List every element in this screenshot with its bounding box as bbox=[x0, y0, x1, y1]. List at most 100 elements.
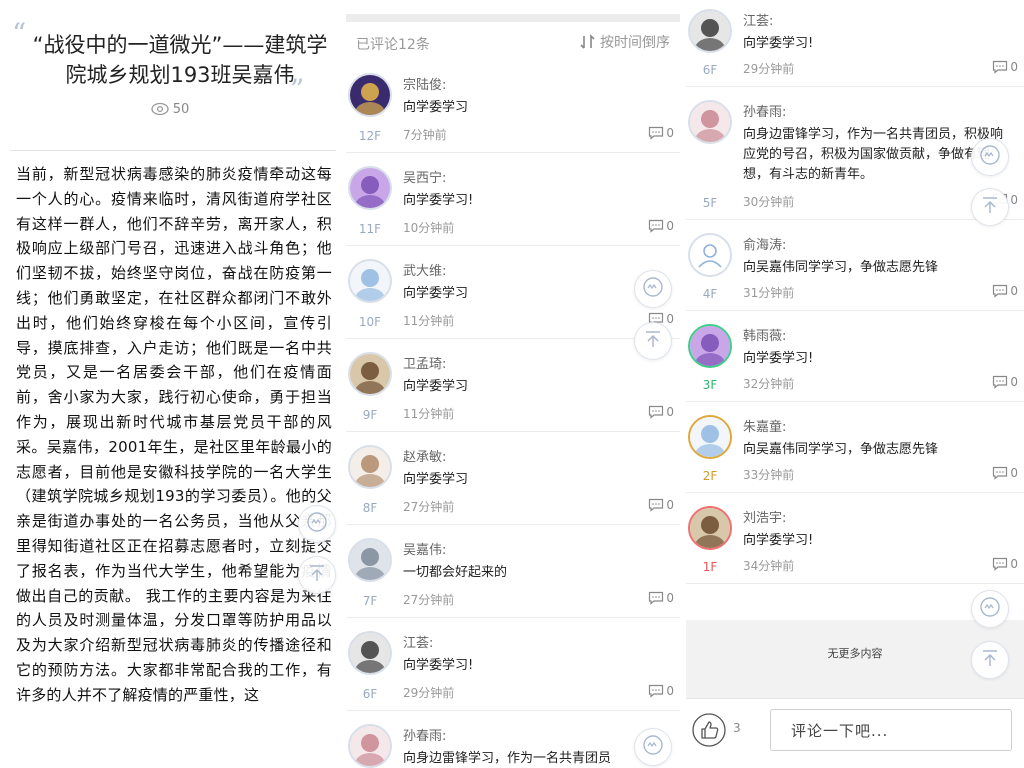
comment-icon bbox=[648, 684, 666, 698]
sort-icon bbox=[579, 34, 600, 51]
comment-item[interactable]: 10F 武大维: 向学委学习 11分钟前 0 bbox=[346, 246, 680, 339]
reply-button[interactable]: 0 bbox=[648, 591, 674, 605]
floor-number: 3F bbox=[702, 378, 718, 392]
comment-text: 向吴嘉伟同学学习，争做志愿先锋 bbox=[743, 260, 939, 275]
avatar[interactable] bbox=[348, 631, 392, 675]
comment-text: 向学委学习 bbox=[403, 100, 469, 115]
avatar[interactable] bbox=[348, 352, 392, 396]
comment-item[interactable]: 4F 俞海涛: 向吴嘉伟同学学习，争做志愿先锋 31分钟前 0 bbox=[686, 220, 1024, 311]
reply-button[interactable]: 0 bbox=[992, 557, 1018, 571]
comment-text: 向学委学习! bbox=[403, 658, 474, 673]
comment-time: 11分钟前 bbox=[403, 407, 455, 421]
floor-number: 10F bbox=[358, 315, 382, 329]
chat-bubble-icon bbox=[642, 734, 664, 760]
comment-icon bbox=[992, 557, 1010, 571]
comment-item[interactable]: 6F 江荟: 向学委学习! 29分钟前 0 bbox=[686, 0, 1024, 87]
floor-number: 4F bbox=[702, 287, 718, 301]
floor-number: 7F bbox=[362, 594, 378, 608]
wechat-share-button[interactable] bbox=[634, 270, 672, 308]
wechat-share-button[interactable] bbox=[971, 138, 1009, 176]
floor-number: 6F bbox=[362, 687, 378, 701]
avatar[interactable] bbox=[688, 9, 732, 53]
commenter-name: 孙春雨: bbox=[403, 729, 447, 744]
floor-number: 12F bbox=[358, 129, 382, 143]
comment-time: 31分钟前 bbox=[743, 286, 795, 300]
reply-count: 0 bbox=[1010, 375, 1018, 389]
comment-item[interactable]: 2F 朱嘉童: 向吴嘉伟同学学习，争做志愿先锋 33分钟前 0 bbox=[686, 402, 1024, 493]
reply-button[interactable]: 0 bbox=[648, 684, 674, 698]
like-button[interactable] bbox=[692, 713, 726, 747]
comment-input[interactable]: 评论一下吧... bbox=[770, 709, 1012, 751]
arrow-up-icon bbox=[306, 562, 328, 588]
reply-button[interactable]: 0 bbox=[992, 284, 1018, 298]
avatar[interactable] bbox=[348, 724, 392, 768]
comment-item[interactable]: 6F 江荟: 向学委学习! 29分钟前 0 bbox=[346, 618, 680, 711]
comment-time: 7分钟前 bbox=[403, 128, 447, 142]
comment-text: 一切都会好起来的 bbox=[403, 565, 508, 580]
comment-item[interactable]: 7F 吴嘉伟: 一切都会好起来的 27分钟前 0 bbox=[346, 525, 680, 618]
avatar[interactable] bbox=[688, 100, 732, 144]
reply-button[interactable]: 0 bbox=[648, 219, 674, 233]
comment-item[interactable]: 11F 吴西宁: 向学委学习! 10分钟前 0 bbox=[346, 153, 680, 246]
comment-time: 27分钟前 bbox=[403, 500, 455, 514]
avatar[interactable] bbox=[348, 73, 392, 117]
comment-count: 已评论12条 bbox=[356, 37, 430, 53]
commenter-name: 江荟: bbox=[403, 636, 434, 651]
avatar[interactable] bbox=[348, 259, 392, 303]
comment-icon bbox=[648, 405, 666, 419]
view-count: 50 bbox=[0, 102, 340, 117]
reply-button[interactable]: 0 bbox=[992, 466, 1018, 480]
avatar[interactable] bbox=[688, 415, 732, 459]
scroll-top-button[interactable] bbox=[634, 322, 672, 360]
comment-item[interactable]: 8F 赵承敏: 向学委学习 27分钟前 0 bbox=[346, 432, 680, 525]
floor-number: 9F bbox=[362, 408, 378, 422]
reply-button[interactable]: 0 bbox=[992, 375, 1018, 389]
reply-button[interactable]: 0 bbox=[992, 60, 1018, 74]
commenter-name: 武大维: bbox=[403, 264, 447, 279]
reply-button[interactable]: 0 bbox=[648, 405, 674, 419]
avatar[interactable] bbox=[348, 445, 392, 489]
reply-count: 0 bbox=[666, 126, 674, 140]
reply-count: 0 bbox=[1010, 557, 1018, 571]
scroll-top-button[interactable] bbox=[298, 556, 336, 594]
comment-item[interactable]: 3F 韩雨薇: 向学委学习! 32分钟前 0 bbox=[686, 311, 1024, 402]
comment-item[interactable]: 5F孙春雨:向身边雷锋学习，作为一名共青团员 bbox=[346, 711, 680, 768]
reply-count: 0 bbox=[1010, 60, 1018, 74]
comment-text: 向学委学习! bbox=[743, 36, 814, 51]
scroll-top-button[interactable] bbox=[971, 188, 1009, 226]
sort-button[interactable]: 按时间倒序 bbox=[579, 32, 670, 52]
floor-number: 8F bbox=[362, 501, 378, 515]
reply-count: 0 bbox=[1010, 284, 1018, 298]
quote-open-icon: “ bbox=[12, 17, 27, 50]
commenter-name: 吴嘉伟: bbox=[403, 543, 447, 558]
comment-text: 向学委学习 bbox=[403, 472, 469, 487]
commenter-name: 吴西宁: bbox=[403, 171, 447, 186]
comment-time: 33分钟前 bbox=[743, 468, 795, 482]
eye-icon bbox=[151, 102, 173, 117]
scroll-top-button[interactable] bbox=[971, 641, 1009, 679]
floor-number: 5F bbox=[702, 196, 718, 210]
comment-item[interactable]: 12F 宗陆俊: 向学委学习 7分钟前 0 bbox=[346, 60, 680, 153]
commenter-name: 卫孟琦: bbox=[403, 357, 447, 372]
avatar[interactable] bbox=[688, 324, 732, 368]
like-count: 3 bbox=[733, 721, 741, 735]
article-body: 当前，新型冠状病毒感染的肺炎疫情牵动这每一个人的心。疫情来临时，清风街道府学社区… bbox=[16, 165, 332, 704]
view-count-value: 50 bbox=[172, 102, 190, 117]
chat-bubble-icon bbox=[642, 276, 664, 302]
avatar[interactable] bbox=[348, 166, 392, 210]
avatar[interactable] bbox=[688, 233, 732, 277]
avatar[interactable] bbox=[688, 506, 732, 550]
wechat-share-button[interactable] bbox=[634, 728, 672, 766]
comment-time: 11分钟前 bbox=[403, 314, 455, 328]
reply-count: 0 bbox=[666, 591, 674, 605]
comment-icon bbox=[648, 498, 666, 512]
comment-item[interactable]: 9F 卫孟琦: 向学委学习 11分钟前 0 bbox=[346, 339, 680, 432]
avatar[interactable] bbox=[348, 538, 392, 582]
reply-button[interactable]: 0 bbox=[648, 126, 674, 140]
reply-count: 0 bbox=[666, 312, 674, 326]
reply-button[interactable]: 0 bbox=[648, 498, 674, 512]
comment-item[interactable]: 1F 刘浩宇: 向学委学习! 34分钟前 0 bbox=[686, 493, 1024, 584]
wechat-share-button[interactable] bbox=[971, 590, 1009, 628]
comment-time: 29分钟前 bbox=[743, 62, 795, 76]
wechat-share-button[interactable] bbox=[298, 505, 336, 543]
